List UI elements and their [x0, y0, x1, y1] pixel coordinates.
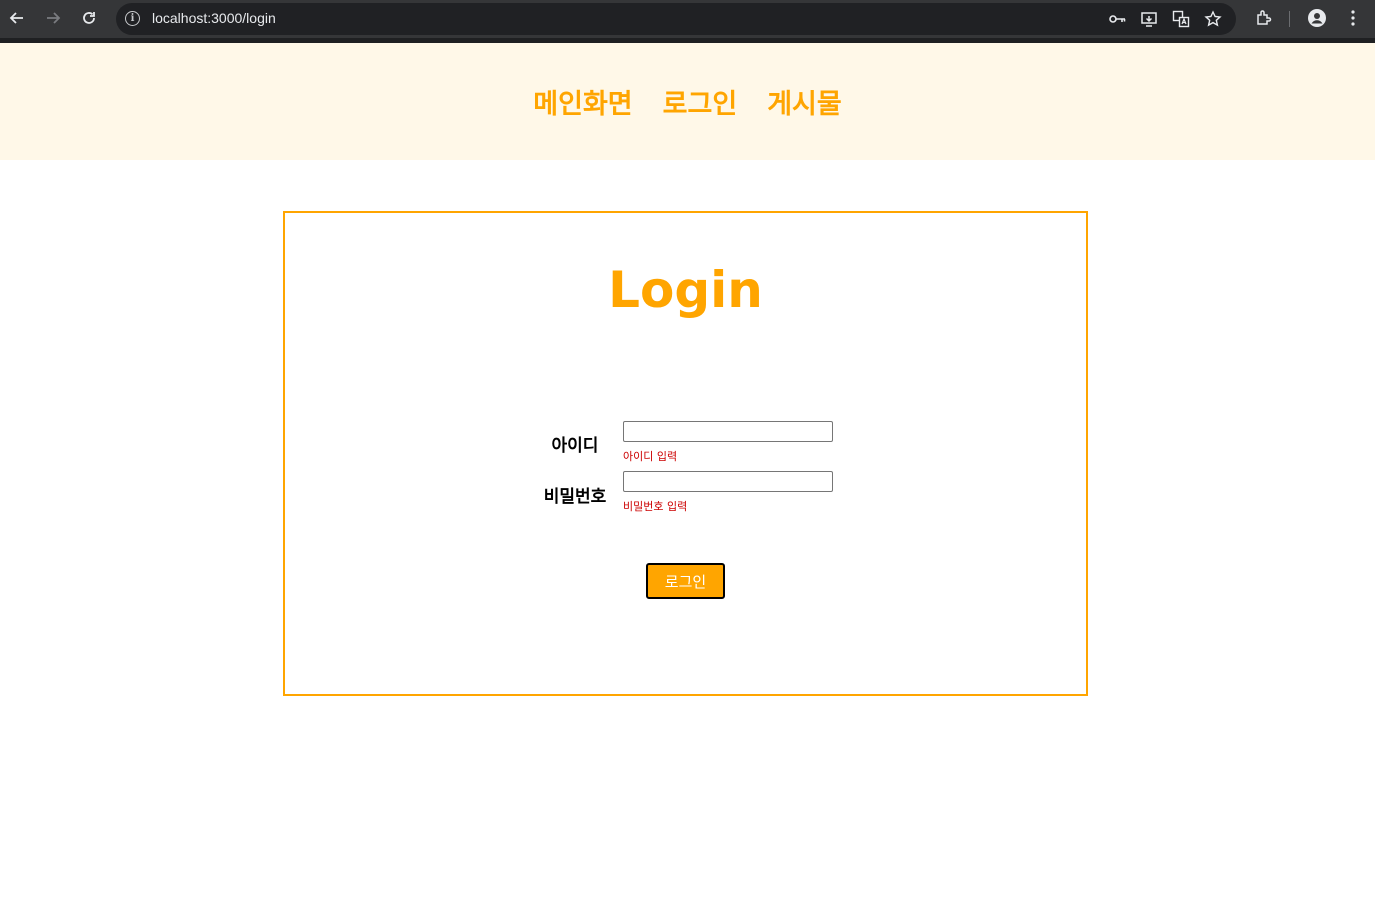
translate-icon[interactable] [1171, 9, 1191, 29]
password-hint: 비밀번호 입력 [623, 500, 688, 513]
login-title: Login [608, 261, 763, 319]
password-label: 비밀번호 [543, 487, 607, 507]
back-button[interactable] [6, 7, 28, 29]
url-text[interactable]: localhost:3000/login [152, 10, 276, 26]
extensions-icon[interactable] [1254, 8, 1274, 28]
bookmark-star-icon[interactable] [1203, 9, 1223, 29]
more-menu-icon[interactable] [1343, 8, 1363, 28]
site-info-icon[interactable]: i [125, 11, 140, 26]
id-input[interactable] [623, 421, 833, 442]
arrow-right-icon [47, 12, 61, 24]
site-header: 메인화면 로그인 게시물 [0, 43, 1375, 160]
login-submit-button[interactable]: 로그인 [646, 563, 725, 599]
password-key-icon[interactable] [1107, 9, 1127, 29]
password-input[interactable] [623, 471, 833, 492]
nav-link-posts[interactable]: 게시물 [767, 82, 842, 121]
reload-button[interactable] [78, 7, 100, 29]
install-app-icon[interactable] [1139, 9, 1159, 29]
browser-toolbar: i localhost:3000/login [0, 0, 1375, 43]
profile-avatar-icon[interactable] [1307, 8, 1327, 28]
id-label: 아이디 [551, 436, 599, 456]
nav-link-login[interactable]: 로그인 [663, 82, 738, 121]
id-hint: 아이디 입력 [623, 450, 678, 463]
toolbar-divider [1289, 11, 1290, 27]
login-form-container: Login 아이디 아이디 입력 비밀번호 비밀번호 입력 로그인 [283, 211, 1088, 696]
arrow-left-icon [9, 12, 23, 24]
nav-link-home[interactable]: 메인화면 [533, 82, 632, 121]
forward-button[interactable] [42, 7, 64, 29]
reload-icon [83, 12, 95, 24]
main-nav: 메인화면 로그인 게시물 [0, 43, 1375, 160]
address-bar[interactable]: i localhost:3000/login [116, 3, 1236, 35]
